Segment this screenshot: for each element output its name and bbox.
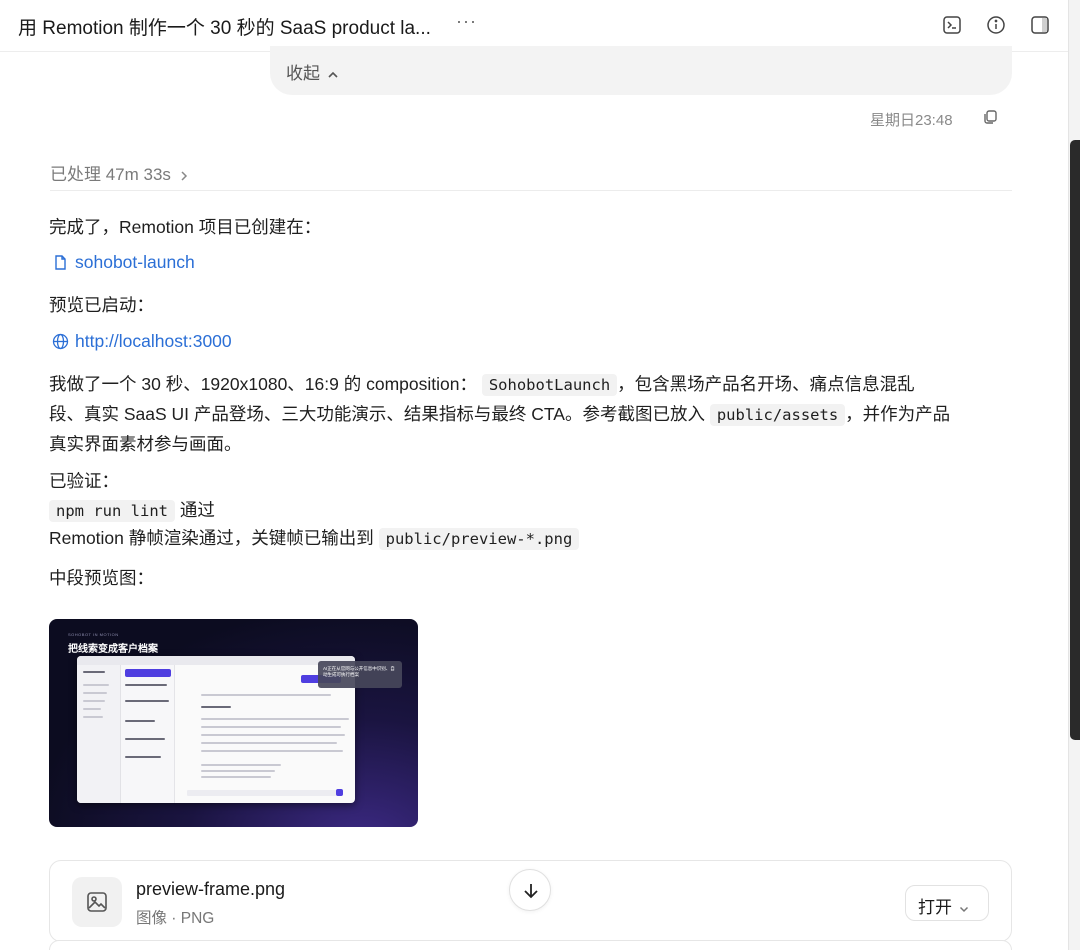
next-attachment-card	[49, 940, 1012, 950]
preview-line	[201, 750, 343, 752]
scrollbar-thumb[interactable]	[1070, 140, 1080, 740]
user-message-bubble	[270, 46, 1012, 95]
preview-line	[83, 692, 107, 694]
preview-line	[201, 694, 331, 696]
preview-line	[125, 700, 169, 702]
inline-code: SohobotLaunch	[481, 374, 618, 396]
paragraph-text: ，包含黑场产品名开场、痛点信息混乱	[617, 374, 915, 394]
project-folder-link[interactable]: sohobot-launch	[52, 252, 195, 273]
scroll-to-bottom-button[interactable]	[509, 869, 551, 911]
paragraph-text: 真实界面素材参与画面。	[49, 434, 242, 454]
chevron-up-icon	[328, 71, 338, 78]
preview-line	[201, 706, 231, 708]
collapse-label: 收起	[286, 64, 320, 83]
preview-line	[201, 776, 271, 778]
divider	[50, 190, 1012, 191]
paragraph-text: 段、真实 SaaS UI 产品登场、三大功能演示、结果指标与最终 CTA。参考截…	[49, 404, 705, 424]
message-timestamp: 星期日23:48	[870, 112, 953, 129]
inline-code: npm run lint	[49, 500, 175, 522]
preview-line	[201, 742, 337, 744]
preview-title: 把线索变成客户档案	[68, 644, 158, 655]
more-options-button[interactable]: ···	[456, 11, 477, 32]
collapse-button[interactable]: 收起	[286, 59, 340, 84]
composition-paragraph: 我做了一个 30 秒、1920x1080、16:9 的 composition：…	[49, 370, 1014, 459]
preview-app-window	[77, 656, 355, 803]
localhost-link-text: http://localhost:3000	[75, 331, 232, 351]
paragraph-text: ，并作为产品	[845, 404, 951, 424]
preview-line	[125, 738, 165, 740]
inline-code: public/preview-*.png	[378, 528, 580, 550]
file-name: preview-frame.png	[136, 879, 286, 899]
processed-label: 已处理 47m 33s	[50, 165, 171, 184]
project-link-text: sohobot-launch	[75, 252, 195, 272]
copy-icon[interactable]	[981, 108, 999, 126]
preview-line	[201, 734, 345, 736]
globe-icon	[52, 333, 69, 350]
preview-tooltip: AI正在从官网与公开信息中识别、自动生成可执行档案	[318, 661, 402, 688]
preview-line	[125, 720, 155, 722]
mid-preview-label: 中段预览图：	[49, 568, 154, 588]
verify-lint-text: 通过	[179, 500, 215, 520]
preview-new-button	[125, 669, 171, 677]
verify-render-line: Remotion 静帧渲染通过，关键帧已输出到 public/preview-*…	[49, 524, 580, 554]
preview-line	[83, 671, 105, 673]
open-label: 打开	[918, 898, 952, 917]
arrow-down-icon	[524, 884, 538, 899]
intro-text: 完成了，Remotion 项目已创建在：	[49, 217, 322, 237]
terminal-icon[interactable]	[941, 14, 963, 36]
preview-line	[201, 718, 349, 720]
verified-label: 已验证：	[49, 471, 119, 491]
file-meta: 图像 · PNG	[136, 910, 215, 927]
preview-window-bar	[77, 656, 355, 665]
preview-input	[187, 790, 337, 796]
preview-line	[201, 726, 341, 728]
open-button[interactable]: 打开	[905, 885, 989, 921]
preview-line	[83, 708, 101, 710]
top-bar: 用 Remotion 制作一个 30 秒的 SaaS product la...…	[0, 0, 1068, 52]
info-icon[interactable]	[985, 14, 1007, 36]
preview-line	[201, 764, 281, 766]
preview-line	[83, 700, 105, 702]
preview-line	[83, 684, 109, 686]
preview-intro-text: 预览已启动：	[49, 295, 154, 315]
preview-line	[125, 756, 161, 758]
inline-code: public/assets	[709, 404, 846, 426]
preview-line	[83, 716, 103, 718]
file-icon	[55, 255, 66, 270]
preview-send-button	[336, 789, 343, 796]
verify-lint-line: npm run lint 通过	[49, 496, 215, 526]
image-file-icon	[72, 877, 122, 927]
preview-line	[201, 770, 275, 772]
preview-line	[125, 684, 167, 686]
conversation-title[interactable]: 用 Remotion 制作一个 30 秒的 SaaS product la...	[18, 13, 431, 40]
sidebar-toggle-icon[interactable]	[1029, 14, 1051, 36]
chevron-right-icon	[181, 170, 187, 181]
paragraph-text: 我做了一个 30 秒、1920x1080、16:9 的 composition：	[49, 374, 477, 394]
localhost-link[interactable]: http://localhost:3000	[52, 331, 232, 352]
preview-image[interactable]: SOHOBOT IN MOTION 把线索变成客户档案 AI正在从官网与公开信息…	[49, 619, 418, 827]
preview-subtitle: SOHOBOT IN MOTION	[68, 632, 119, 637]
verify-render-text: Remotion 静帧渲染通过，关键帧已输出到	[49, 528, 374, 548]
chevron-down-icon	[959, 906, 969, 912]
processed-duration-toggle[interactable]: 已处理 47m 33s	[50, 160, 189, 185]
